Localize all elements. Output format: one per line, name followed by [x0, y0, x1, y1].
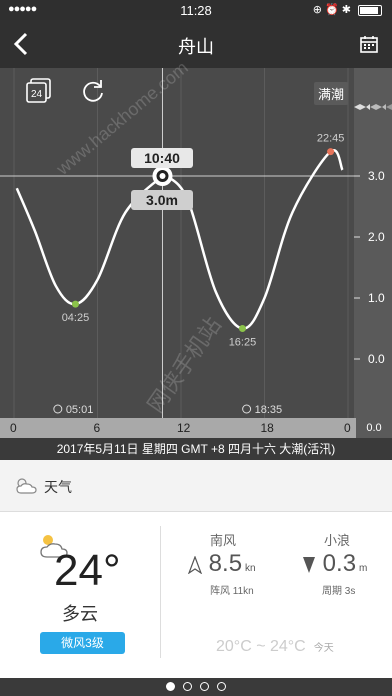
refresh-button[interactable] — [80, 78, 106, 104]
wind-speed-value: 8.5 — [208, 550, 243, 577]
weather-section-header[interactable]: 天气 — [0, 460, 392, 512]
tide-extreme-label: 16:25 — [229, 337, 257, 349]
page-indicator[interactable] — [0, 678, 392, 696]
tide-extreme-point — [71, 300, 79, 308]
cursor-marker-center — [159, 173, 166, 179]
wave-height: 0.3 m — [302, 550, 367, 578]
date-picker-button[interactable]: 24 — [26, 78, 52, 104]
wind-direction: 南风 — [210, 533, 237, 548]
refresh-icon — [83, 80, 103, 102]
page-dot[interactable] — [166, 682, 175, 691]
tide-extreme-point — [238, 325, 246, 332]
today-label: 今天 — [313, 643, 334, 654]
status-bar: ●●●●● 11:28 ⊕ ⏰ ✱ — [0, 0, 392, 20]
calendar-icon — [360, 36, 378, 53]
x-tick-label: 18 — [260, 421, 274, 435]
sunrise-icon — [53, 404, 63, 414]
y-tick-label: 0.0 — [368, 352, 385, 366]
wind-speed: 8.5 kn — [187, 550, 256, 578]
status-icons: ⊕ ⏰ ✱ — [313, 3, 382, 16]
wave-period: 周期 3s — [322, 586, 356, 597]
weather-label: 天气 — [44, 479, 72, 495]
tide-chart[interactable]: 3.0 2.0 1.0 0.0 04:25 16:25 22:45 05:01 18:35 24… — [0, 57, 392, 418]
y-tick-label: 3.0 — [368, 169, 385, 183]
page-dot[interactable] — [183, 682, 192, 691]
wave-description: 小浪 — [324, 533, 351, 548]
chevron-left-icon — [13, 32, 28, 56]
tide-series-line — [15, 148, 344, 330]
wave-arrow-icon — [303, 556, 315, 573]
sunrise-time: 05:01 — [66, 404, 94, 416]
wind-speed-unit: kn — [245, 563, 256, 574]
x-tick-label: 0 — [10, 421, 17, 435]
temperature-range: 20°C ~ 24°C 今天 — [216, 638, 334, 656]
y-tick-label: 1.0 — [368, 291, 385, 305]
wind-level-badge[interactable]: 微风3级 — [40, 632, 125, 654]
y-tick-label: 2.0 — [368, 230, 385, 244]
wave-height-unit: m — [359, 563, 368, 574]
back-button[interactable] — [8, 30, 36, 58]
x-tick-label: 0 — [344, 421, 351, 435]
weather-card: 24° 多云 微风3级 南风 8.5 kn 阵风 11kn 小浪 0.3 m 周期 … — [0, 512, 392, 678]
calendar-24-icon: 24 — [26, 78, 51, 103]
partly-cloudy-icon — [16, 478, 37, 494]
sunset-time: 18:35 — [255, 404, 283, 416]
cursor-time-label: 10:40 — [131, 148, 193, 168]
page-title: 舟山 — [178, 37, 214, 57]
date-info-bar: 2017年5月11日 星期四 GMT +8 四月十六 大潮(活汛) — [0, 438, 392, 460]
status-right-icons: ⊕ ⏰ ✱ — [312, 4, 351, 16]
cursor-height-label: 3.0m — [131, 190, 193, 210]
weather-condition: 多云 — [62, 604, 98, 624]
tide-chart-svg: 3.0 2.0 1.0 0.0 04:25 16:25 22:45 05:01 18:35 — [0, 68, 392, 418]
current-temperature: 24° — [54, 546, 121, 595]
date-badge-text: 24 — [31, 89, 43, 100]
divider — [160, 526, 161, 658]
tide-extreme-label: 04:25 — [62, 312, 90, 324]
tide-state-badge: 满潮 — [313, 82, 348, 105]
wind-arrow-icon — [187, 554, 203, 575]
battery-icon — [358, 4, 382, 16]
temperature-range-value: 20°C ~ 24°C — [216, 638, 306, 655]
tide-extreme-point — [327, 148, 335, 156]
calendar-button[interactable] — [360, 35, 378, 53]
right-edge-value: 0.0 — [356, 418, 392, 438]
wave-height-value: 0.3 — [322, 550, 357, 577]
nav-bar: 舟山 — [0, 20, 392, 68]
x-tick-label: 6 — [93, 421, 101, 435]
tide-extreme-label: 22:45 — [317, 133, 345, 145]
page-dot[interactable] — [200, 682, 209, 691]
x-axis: 0 6 12 18 0 — [0, 418, 392, 438]
sunset-icon — [242, 404, 252, 414]
x-tick-label: 12 — [177, 421, 191, 435]
page-dot[interactable] — [217, 682, 226, 691]
wind-gust: 阵风 11kn — [210, 586, 254, 597]
